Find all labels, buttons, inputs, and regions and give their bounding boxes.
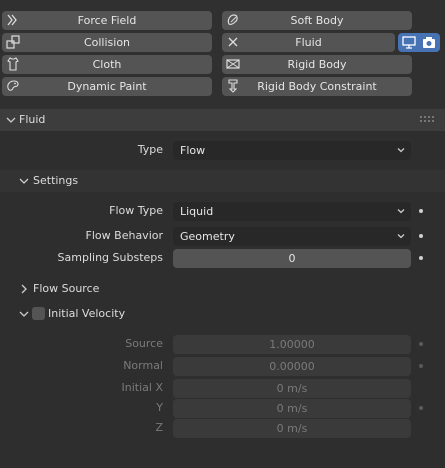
flow-type-value: Liquid [180, 205, 214, 218]
initial-velocity-subpanel-header[interactable]: Initial Velocity [0, 303, 445, 325]
chevron-down-icon [6, 117, 16, 123]
soft-body-icon [227, 14, 238, 25]
fluid-panel-title: Fluid [19, 113, 46, 126]
y-label: Y [156, 401, 163, 414]
rigid-body-constraint-label: Rigid Body Constraint [257, 80, 377, 93]
fluid-panel-header[interactable]: Fluid [0, 109, 445, 131]
force-field-label: Force Field [77, 14, 137, 27]
chevron-right-icon [21, 284, 27, 294]
collision-icon [6, 35, 20, 49]
cloth-icon [7, 57, 19, 71]
monitor-icon[interactable] [402, 36, 416, 49]
chevron-down-icon [397, 209, 405, 214]
source-label: Source [125, 337, 163, 350]
normal-value: 0.00000 [269, 360, 315, 373]
keyframe-dot[interactable] [419, 342, 423, 346]
cloth-button[interactable]: Cloth [2, 55, 212, 74]
dynamic-paint-label: Dynamic Paint [67, 80, 147, 93]
keyframe-dot[interactable] [419, 406, 423, 410]
initial-x-value: 0 m/s [276, 382, 308, 395]
y-field[interactable]: 0 m/s [173, 399, 411, 418]
flow-behavior-dropdown[interactable]: Geometry [173, 227, 411, 246]
keyframe-dot[interactable] [419, 209, 423, 213]
sampling-substeps-field[interactable]: 0 [173, 249, 411, 268]
fluid-visibility-toggles [398, 33, 440, 52]
keyframe-dot[interactable] [419, 364, 423, 368]
force-field-icon [7, 14, 17, 26]
settings-subpanel-header[interactable]: Settings [0, 170, 445, 192]
rigid-body-constraint-icon [228, 79, 238, 93]
camera-icon[interactable] [422, 36, 436, 49]
rigid-body-icon [226, 59, 240, 69]
chevron-down-icon [19, 178, 29, 184]
settings-title: Settings [33, 174, 79, 187]
dynamic-paint-icon [7, 80, 19, 91]
soft-body-button[interactable]: Soft Body [222, 11, 412, 30]
sampling-substeps-value: 0 [288, 252, 296, 265]
cloth-label: Cloth [92, 58, 122, 71]
flow-source-title: Flow Source [33, 282, 100, 295]
source-field[interactable]: 1.00000 [173, 335, 411, 354]
flow-type-label: Flow Type [109, 204, 163, 217]
normal-field[interactable]: 0.00000 [173, 357, 411, 376]
rigid-body-button[interactable]: Rigid Body [222, 55, 412, 74]
dynamic-paint-button[interactable]: Dynamic Paint [2, 77, 212, 96]
flow-source-subpanel-header[interactable]: Flow Source [0, 278, 445, 300]
flow-behavior-label: Flow Behavior [85, 229, 163, 242]
rigid-body-label: Rigid Body [287, 58, 347, 71]
type-label: Type [137, 143, 163, 156]
type-value: Flow [180, 144, 206, 157]
flow-behavior-value: Geometry [180, 230, 235, 243]
z-field[interactable]: 0 m/s [173, 419, 411, 438]
collision-label: Collision [83, 36, 131, 49]
initial-velocity-checkbox[interactable] [32, 307, 45, 320]
chevron-down-icon [397, 234, 405, 239]
close-icon[interactable] [226, 35, 240, 49]
z-label: Z [155, 421, 163, 434]
keyframe-dot[interactable] [419, 256, 423, 260]
chevron-down-icon [397, 148, 405, 153]
normal-label: Normal [123, 359, 163, 372]
rigid-body-constraint-button[interactable]: Rigid Body Constraint [222, 77, 412, 96]
force-field-button[interactable]: Force Field [2, 11, 212, 30]
source-value: 1.00000 [269, 338, 315, 351]
initial-velocity-title: Initial Velocity [48, 307, 126, 320]
fluid-button[interactable]: Fluid [222, 33, 395, 52]
z-value: 0 m/s [276, 422, 308, 435]
initial-x-field[interactable]: 0 m/s [173, 379, 411, 398]
soft-body-label: Soft Body [290, 14, 344, 27]
sampling-substeps-label: Sampling Substeps [57, 251, 163, 264]
fluid-label: Fluid [295, 36, 322, 49]
drag-handle-icon[interactable] [420, 116, 434, 124]
collision-button[interactable]: Collision [2, 33, 212, 52]
type-dropdown[interactable]: Flow [173, 141, 411, 160]
y-value: 0 m/s [276, 402, 308, 415]
flow-type-dropdown[interactable]: Liquid [173, 202, 411, 221]
initial-x-label: Initial X [121, 381, 163, 394]
chevron-down-icon [19, 311, 29, 317]
keyframe-dot[interactable] [419, 234, 423, 238]
